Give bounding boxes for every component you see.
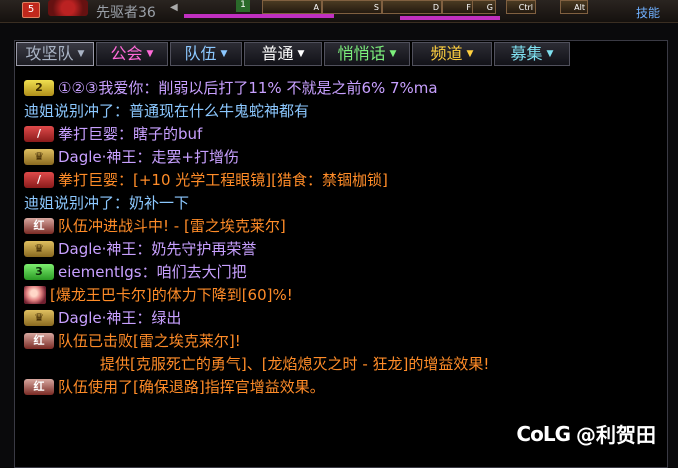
party-badge-icon: 红 <box>24 378 54 395</box>
crown-badge-icon: ♛ <box>24 148 54 165</box>
chevron-down-icon: ▼ <box>466 49 474 59</box>
tab-guild[interactable]: 公会 ▼ <box>96 42 168 66</box>
chat-message-text: 提供[克服死亡的勇气]、[龙焰熄灭之时 - 狂龙]的增益效果! <box>100 355 490 373</box>
guild-emblem-icon <box>48 0 88 16</box>
chat-message: 红队伍冲进战斗中! - [雷之埃克莱尔] <box>24 214 664 237</box>
chat-message: 红队伍使用了[确保退路]指挥官增益效果。 <box>24 375 664 398</box>
chevron-down-icon: ▼ <box>146 49 154 59</box>
tab-channel[interactable]: 频道 ▼ <box>412 42 492 66</box>
chat-tabs: 攻坚队 ▼ 公会 ▼ 队伍 ▼ 普通 ▼ 悄悄话 ▼ 频道 ▼ 募集 ▼ <box>16 42 570 68</box>
chat-message: 3 eiementIgs：咱们去大门把 <box>24 260 664 283</box>
hotkey-s[interactable]: S <box>322 0 382 14</box>
tab-party[interactable]: 队伍 ▼ <box>170 42 242 66</box>
chat-message-text: Dagle·神王：绿出 <box>58 309 182 327</box>
tab-label: 频道 <box>430 44 463 63</box>
chevron-down-icon: ▼ <box>389 49 397 59</box>
chevron-down-icon: ▼ <box>297 49 305 59</box>
party-badge-icon: 红 <box>24 217 54 234</box>
crown-badge-icon: ♛ <box>24 240 54 257</box>
chat-message: 2 ①②③我爱你：削弱以后打了11% 不就是之前6% 7%ma <box>24 76 664 99</box>
boss-avatar-icon <box>24 285 46 304</box>
chat-message-text: 拳打巨婴：[+10 光学工程眼镜][猎食：禁锢枷锁] <box>58 171 388 189</box>
tab-squad[interactable]: 攻坚队 ▼ <box>16 42 94 66</box>
hotkey-f[interactable]: F <box>442 0 474 14</box>
chat-message: [爆龙王巴卡尔]的体力下降到[60]%! <box>24 283 664 306</box>
chevron-down-icon: ▼ <box>546 49 554 59</box>
tab-normal[interactable]: 普通 ▼ <box>244 42 322 66</box>
fist-badge-icon: / <box>24 125 54 142</box>
hotkey-d[interactable]: D <box>382 0 442 14</box>
name-expand-icon[interactable]: ◀ <box>170 2 178 13</box>
chat-message: 迪姐说别冲了：普通现在什么牛鬼蛇神都有 <box>24 99 664 122</box>
chat-message: 提供[克服死亡的勇气]、[龙焰熄灭之时 - 狂龙]的增益效果! <box>24 352 664 375</box>
rank-badge-icon: 2 <box>24 79 54 96</box>
chat-message: ♛ Dagle·神王：奶先守护再荣誉 <box>24 237 664 260</box>
hotkey-ctrl[interactable]: Ctrl <box>506 0 536 14</box>
chat-message-list: 2 ①②③我爱你：削弱以后打了11% 不就是之前6% 7%ma 迪姐说别冲了：普通现… <box>24 76 664 398</box>
fist-badge-icon: / <box>24 171 54 188</box>
tab-label: 公会 <box>110 44 143 63</box>
tab-label: 攻坚队 <box>25 44 74 63</box>
chat-message-text: 队伍冲进战斗中! - [雷之埃克莱尔] <box>58 217 286 235</box>
level-badge: 5 <box>22 2 40 18</box>
tab-whisper[interactable]: 悄悄话 ▼ <box>324 42 410 66</box>
chat-message-text: 迪姐说别冲了：奶补一下 <box>24 194 190 212</box>
hotkey-a[interactable]: A <box>262 0 322 14</box>
tab-label: 募集 <box>510 44 543 63</box>
chat-message: / 拳打巨婴：[+10 光学工程眼镜][猎食：禁锢枷锁] <box>24 168 664 191</box>
skill-menu-label[interactable]: 技能 <box>636 4 660 21</box>
chat-message: ♛ Dagle·神王：走罢+打增伤 <box>24 145 664 168</box>
chevron-down-icon: ▼ <box>220 49 228 59</box>
chat-message: 红队伍已击败[雷之埃克莱尔]! <box>24 329 664 352</box>
exp-bar <box>400 16 500 20</box>
chevron-down-icon: ▼ <box>77 49 85 59</box>
chat-message-text: 迪姐说别冲了：普通现在什么牛鬼蛇神都有 <box>24 102 310 120</box>
hotkey-g[interactable]: G <box>472 0 496 14</box>
mp-bar <box>184 14 334 18</box>
chat-message-text: ①②③我爱你：削弱以后打了11% 不就是之前6% 7%ma <box>58 79 438 97</box>
tab-label: 队伍 <box>184 44 217 63</box>
skill-slot-1[interactable]: 1 <box>236 0 250 12</box>
crown-badge-icon: ♛ <box>24 309 54 326</box>
chat-message-text: 队伍使用了[确保退路]指挥官增益效果。 <box>58 378 325 396</box>
rank-badge-icon: 3 <box>24 263 54 280</box>
tab-recruit[interactable]: 募集 ▼ <box>494 42 570 66</box>
chat-message-text: [爆龙王巴卡尔]的体力下降到[60]%! <box>50 286 293 304</box>
watermark: CoLG @利贺田 <box>516 419 656 448</box>
colg-logo: CoLG <box>516 421 571 446</box>
chat-message-text: Dagle·神王：奶先守护再荣誉 <box>58 240 257 258</box>
tab-label: 悄悄话 <box>337 44 386 63</box>
chat-message-text: 队伍已击败[雷之埃克莱尔]! <box>58 332 241 350</box>
chat-message: ♛ Dagle·神王：绿出 <box>24 306 664 329</box>
tab-label: 普通 <box>261 44 294 63</box>
chat-message-text: 拳打巨婴：瞎子的buf <box>58 125 203 143</box>
player-name: 先驱者36 <box>96 5 156 21</box>
top-hud: 5 先驱者36 ◀ 1 A S D F G Ctrl Alt 技能 <box>0 0 678 23</box>
chat-message: / 拳打巨婴：瞎子的buf <box>24 122 664 145</box>
chat-message-text: Dagle·神王：走罢+打增伤 <box>58 148 239 166</box>
watermark-author: @利贺田 <box>576 423 656 447</box>
party-badge-icon: 红 <box>24 332 54 349</box>
chat-message: 迪姐说别冲了：奶补一下 <box>24 191 664 214</box>
hotkey-alt[interactable]: Alt <box>560 0 588 14</box>
chat-message-text: eiementIgs：咱们去大门把 <box>58 263 247 281</box>
